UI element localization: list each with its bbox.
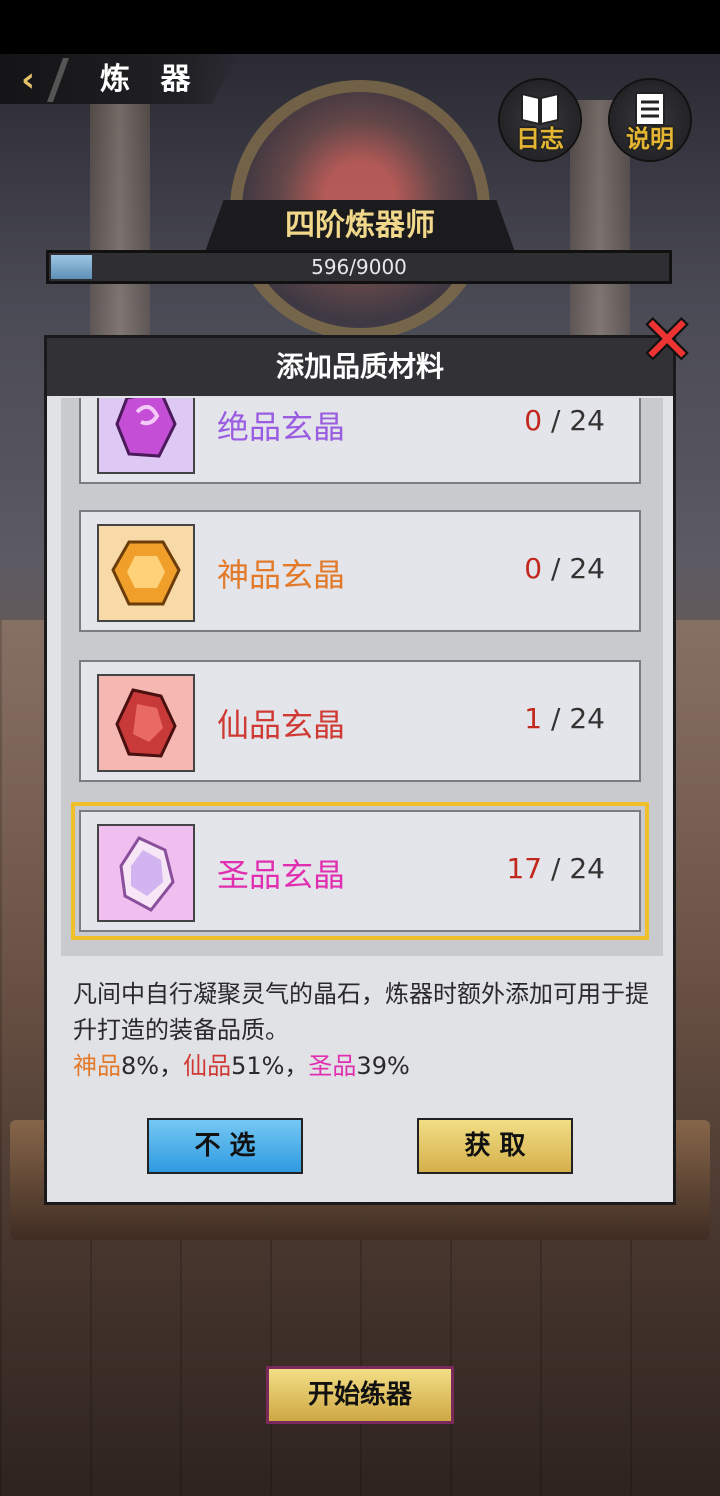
material-icon-box xyxy=(97,524,195,622)
material-count: 0 / 24 xyxy=(524,404,605,437)
material-item-shen[interactable]: 神品玄晶 0 / 24 xyxy=(79,510,641,632)
material-name: 神品玄晶 xyxy=(217,556,346,594)
obtain-button[interactable]: 获 取 xyxy=(417,1118,573,1174)
material-count: 1 / 24 xyxy=(524,702,605,735)
material-name: 绝品玄晶 xyxy=(217,408,346,446)
material-name: 圣品玄晶 xyxy=(217,856,346,894)
log-button[interactable]: 日志 xyxy=(500,80,580,160)
rate-label: 圣品 xyxy=(308,1052,357,1080)
page-title: 炼 器 xyxy=(100,62,201,97)
material-description: 凡间中自行凝聚灵气的晶石，炼器时额外添加可用于提升打造的装备品质。 神品8%，仙… xyxy=(73,976,653,1084)
material-count: 17 / 24 xyxy=(506,852,605,885)
log-label: 日志 xyxy=(516,125,564,153)
help-button[interactable]: 说明 xyxy=(610,80,690,160)
material-icon-box xyxy=(97,824,195,922)
material-dialog: 添加品质材料 绝品玄晶 0 / 24 神品玄晶 0 / 24 仙品玄晶 1 / … xyxy=(44,335,676,1205)
deselect-button[interactable]: 不 选 xyxy=(147,1118,303,1174)
dialog-title: 添加品质材料 xyxy=(47,338,673,396)
description-text: 凡间中自行凝聚灵气的晶石，炼器时额外添加可用于提升打造的装备品质。 xyxy=(73,980,649,1044)
material-count: 0 / 24 xyxy=(524,552,605,585)
material-icon-box xyxy=(97,674,195,772)
rate-value: 51% xyxy=(231,1052,285,1080)
rate-value: 39% xyxy=(356,1052,410,1080)
progress-text: 596/9000 xyxy=(311,255,407,279)
material-item-jue[interactable]: 绝品玄晶 0 / 24 xyxy=(79,398,641,484)
material-item-sheng[interactable]: 圣品玄晶 17 / 24 xyxy=(71,802,649,940)
rank-title: 四阶炼器师 xyxy=(285,208,435,243)
rate-label: 神品 xyxy=(73,1052,121,1080)
material-item-xian[interactable]: 仙品玄晶 1 / 24 xyxy=(79,660,641,782)
experience-progress-bar: 596/9000 xyxy=(46,250,672,284)
close-icon[interactable]: ✕ xyxy=(634,308,700,374)
material-icon-box xyxy=(97,398,195,474)
rate-separator: ， xyxy=(159,1052,184,1080)
rate-separator: ， xyxy=(284,1052,309,1080)
quality-rates: 神品8%，仙品51%，圣品39% xyxy=(73,1048,653,1084)
purple-crystal-icon xyxy=(115,398,177,458)
start-forging-button[interactable]: 开始练器 xyxy=(266,1366,454,1424)
material-name: 仙品玄晶 xyxy=(217,706,346,744)
red-crystal-icon xyxy=(115,688,177,758)
rate-value: 8% xyxy=(121,1052,160,1080)
chevron-left-icon[interactable]: ‹ xyxy=(6,60,50,100)
rate-label: 仙品 xyxy=(183,1052,232,1080)
orange-crystal-icon xyxy=(111,540,181,606)
help-label: 说明 xyxy=(626,125,674,153)
pink-crystal-icon xyxy=(119,836,175,912)
material-list[interactable]: 绝品玄晶 0 / 24 神品玄晶 0 / 24 仙品玄晶 1 / 24 圣品玄晶… xyxy=(61,398,663,956)
